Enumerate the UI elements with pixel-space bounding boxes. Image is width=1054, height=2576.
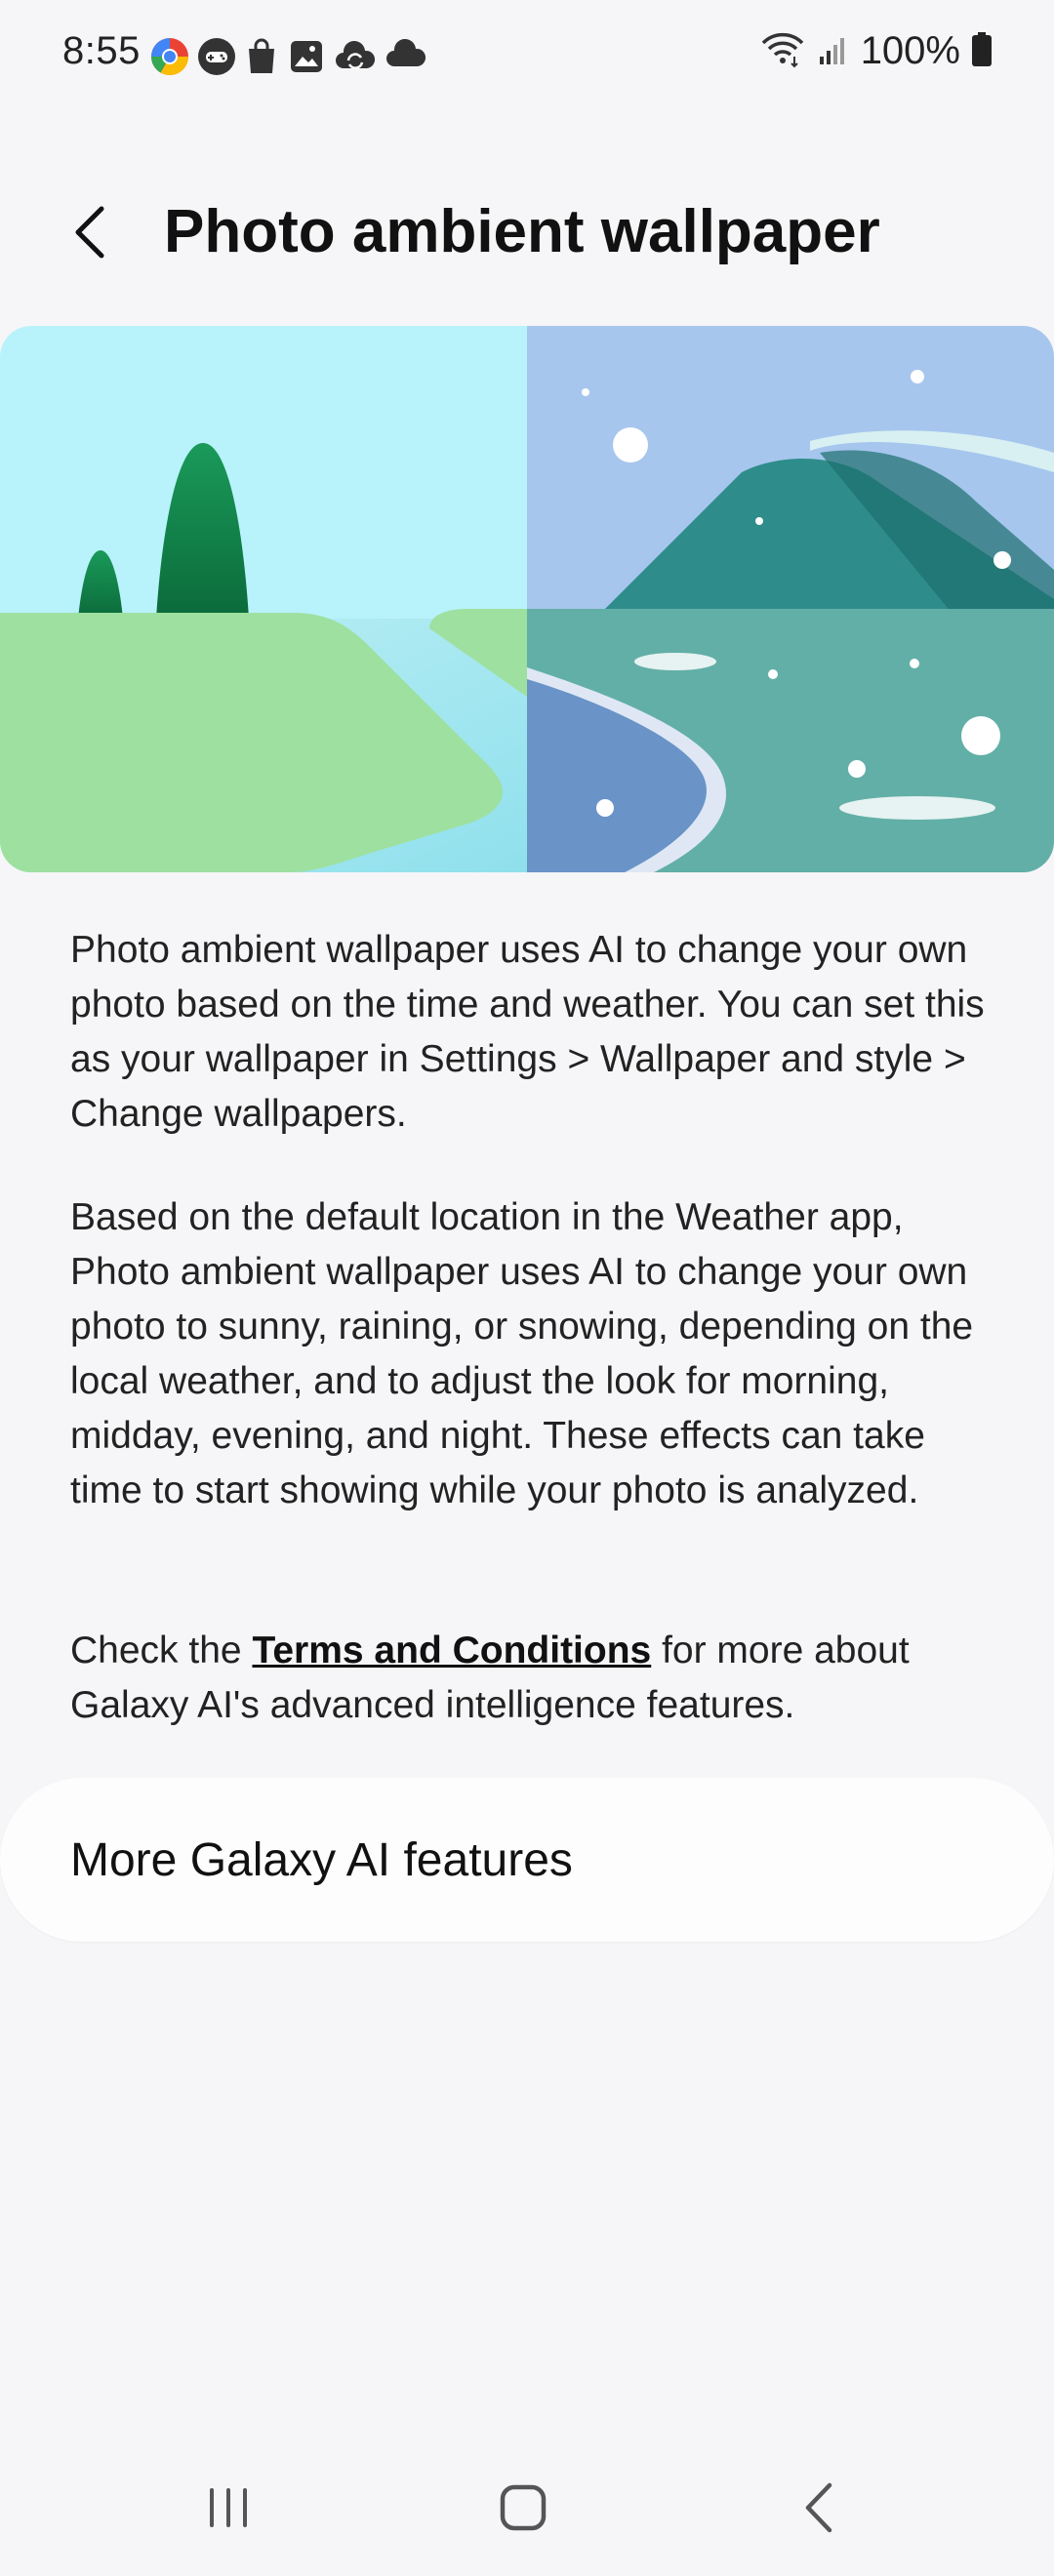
navigation-bar — [0, 2459, 1054, 2556]
back-icon — [805, 2482, 832, 2533]
chrome-icon — [150, 37, 189, 76]
more-galaxy-ai-features-button[interactable]: More Galaxy AI features — [0, 1778, 1054, 1942]
gallery-icon — [287, 37, 326, 76]
shopping-bag-icon — [244, 37, 279, 76]
notification-icons — [150, 37, 427, 76]
description-paragraph-1: Photo ambient wallpaper uses AI to chang… — [70, 929, 985, 1135]
page-title: Photo ambient wallpaper — [164, 198, 880, 265]
home-button[interactable] — [465, 2459, 582, 2556]
battery-icon — [970, 29, 993, 73]
home-icon — [500, 2484, 547, 2531]
cloud-sync-icon — [334, 37, 377, 76]
battery-percentage: 100% — [860, 29, 960, 72]
wifi-icon — [759, 29, 806, 73]
status-bar: 8:55 100% — [0, 0, 1054, 109]
cloud-icon — [385, 37, 427, 76]
game-controller-icon — [197, 37, 236, 76]
system-back-button[interactable] — [761, 2459, 878, 2556]
status-time: 8:55 — [62, 29, 141, 72]
signal-icon — [816, 29, 851, 73]
terms-paragraph: Check the Terms and Conditions for more … — [70, 1624, 997, 1733]
recent-apps-icon — [210, 2488, 247, 2527]
chevron-left-icon — [75, 206, 104, 259]
terms-and-conditions-link[interactable]: Terms and Conditions — [252, 1630, 651, 1671]
back-button[interactable] — [59, 195, 121, 269]
hero-illustration — [0, 326, 1054, 872]
terms-prefix: Check the — [70, 1630, 253, 1671]
recent-apps-button[interactable] — [170, 2459, 287, 2556]
screen: 8:55 100% Photo ambient wallpaper Photo … — [0, 0, 1054, 2576]
status-right: 100% — [759, 29, 993, 73]
more-galaxy-ai-features-label: More Galaxy AI features — [70, 1834, 573, 1886]
description-paragraph-2: Based on the default location in the Wea… — [70, 1196, 974, 1511]
